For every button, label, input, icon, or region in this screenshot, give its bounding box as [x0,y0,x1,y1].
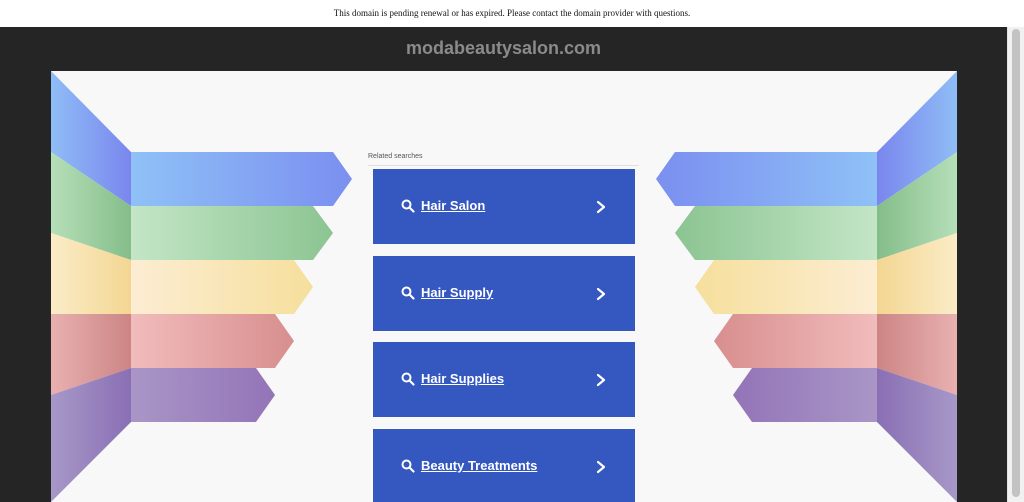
search-icon [401,372,415,386]
search-icon [401,286,415,300]
chevron-right-icon [596,460,606,474]
related-searches-heading: Related searches [368,153,639,166]
related-search-beauty-treatments[interactable]: Beauty Treatments [373,429,635,502]
related-search-label[interactable]: Hair Supplies [421,371,504,387]
search-icon [401,459,415,473]
related-search-hair-supplies[interactable]: Hair Supplies [373,342,635,417]
scrollbar-thumb[interactable] [1012,29,1020,497]
related-search-label[interactable]: Beauty Treatments [421,458,537,474]
search-icon [401,199,415,213]
domain-title: modabeautysalon.com [405,38,602,58]
related-search-hair-supply[interactable]: Hair Supply [373,256,635,331]
related-search-label[interactable]: Hair Supply [421,285,493,301]
related-search-label[interactable]: Hair Salon [421,198,485,214]
chevron-right-icon [596,287,606,301]
parked-page-stage: Related searches Hair Salon Hair Supply … [51,71,957,502]
chevron-right-icon [596,373,606,387]
related-search-hair-salon[interactable]: Hair Salon [373,169,635,244]
expiry-notice: This domain is pending renewal or has ex… [0,0,1024,27]
chevron-right-icon [596,200,606,214]
scrollbar[interactable] [1007,27,1024,502]
